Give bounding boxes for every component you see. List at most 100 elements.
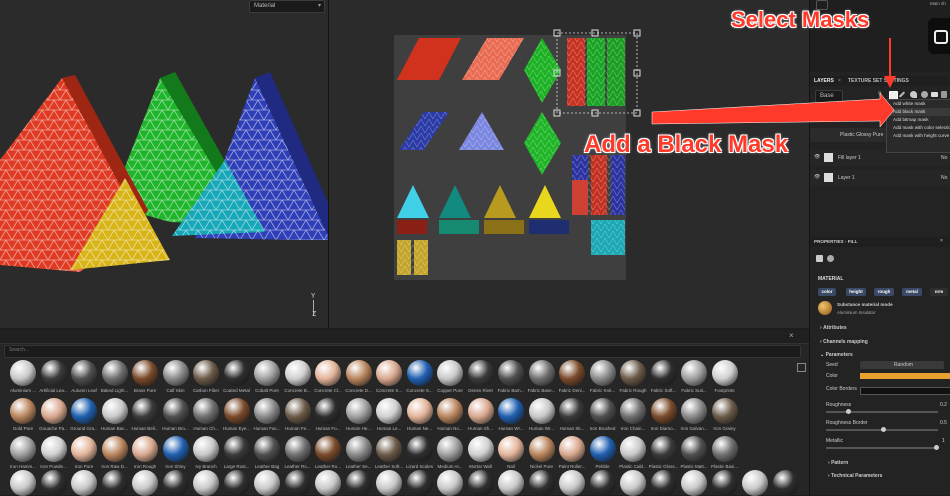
material-thumbnail[interactable]: [559, 436, 585, 462]
material-thumbnail[interactable]: [711, 398, 738, 424]
material-thumbnail[interactable]: [589, 436, 616, 462]
material-thumbnail[interactable]: [467, 470, 494, 496]
material-thumbnail[interactable]: [101, 470, 128, 496]
material-thumbnail[interactable]: [315, 360, 341, 386]
color-swatch[interactable]: [860, 373, 950, 379]
material-sphere-icon[interactable]: [827, 255, 834, 262]
material-thumbnail[interactable]: [650, 470, 677, 496]
channel-metal[interactable]: metal: [902, 288, 922, 296]
tab-texture-set-settings[interactable]: TEXTURE SET SETTINGS: [848, 76, 909, 86]
attributes-section[interactable]: › Attributes: [820, 325, 847, 331]
layer-row[interactable]: 👁 Layer 1 No: [810, 170, 950, 186]
material-thumbnail[interactable]: [498, 360, 524, 386]
material-thumbnail[interactable]: [620, 470, 646, 496]
material-thumbnail[interactable]: [711, 470, 738, 496]
material-thumbnail[interactable]: [559, 470, 585, 496]
material-thumbnail[interactable]: [650, 360, 677, 386]
material-thumbnail[interactable]: [162, 436, 189, 462]
material-thumbnail[interactable]: [10, 436, 36, 462]
material-thumbnail[interactable]: [681, 436, 707, 462]
material-thumbnail[interactable]: [376, 360, 402, 386]
material-thumbnail[interactable]: [132, 470, 158, 496]
roughness-border-slider[interactable]: [826, 427, 938, 432]
material-thumbnail[interactable]: [437, 360, 463, 386]
effects-icon[interactable]: [921, 91, 928, 98]
material-thumbnail[interactable]: [650, 436, 677, 462]
material-thumbnail[interactable]: [589, 360, 616, 386]
material-thumbnail[interactable]: [315, 470, 341, 496]
material-thumbnail[interactable]: [681, 470, 707, 496]
blend-mode-dropdown[interactable]: Base: [815, 90, 843, 103]
material-thumbnail[interactable]: [711, 436, 738, 462]
technical-parameters-section[interactable]: › Technical Parameters: [828, 473, 882, 479]
material-thumbnail[interactable]: [254, 470, 280, 496]
material-thumbnail[interactable]: [406, 436, 433, 462]
material-thumbnail[interactable]: [10, 360, 36, 386]
material-thumbnail[interactable]: [437, 436, 463, 462]
material-thumbnail[interactable]: [681, 360, 707, 386]
material-thumbnail[interactable]: [528, 470, 555, 496]
material-thumbnail[interactable]: [559, 398, 585, 424]
material-thumbnail[interactable]: [193, 398, 219, 424]
material-thumbnail[interactable]: [650, 398, 677, 424]
material-thumbnail[interactable]: [10, 398, 36, 424]
shelf-search-input[interactable]: Search...: [4, 345, 801, 358]
fill-layer-icon[interactable]: [910, 91, 917, 98]
material-thumbnail[interactable]: [437, 398, 463, 424]
paint-brush-icon[interactable]: [898, 91, 906, 98]
material-thumbnail[interactable]: [284, 398, 311, 424]
material-thumbnail[interactable]: [498, 436, 524, 462]
material-thumbnail[interactable]: [223, 398, 250, 424]
material-thumbnail[interactable]: [528, 398, 555, 424]
material-thumbnail[interactable]: [101, 398, 128, 424]
material-thumbnail[interactable]: [162, 398, 189, 424]
grid-view-icon[interactable]: [797, 363, 806, 372]
material-thumbnail[interactable]: [132, 436, 158, 462]
material-thumbnail[interactable]: [315, 398, 341, 424]
menu-item-add-mask-height-curve[interactable]: Add mask with height curve: [887, 132, 950, 140]
material-thumbnail[interactable]: [772, 470, 799, 496]
material-thumbnail[interactable]: [284, 360, 311, 386]
material-thumbnail[interactable]: [193, 360, 219, 386]
material-thumbnail[interactable]: [620, 436, 646, 462]
material-thumbnail[interactable]: [498, 470, 524, 496]
material-thumbnail[interactable]: [345, 360, 372, 386]
material-thumbnail[interactable]: [376, 436, 402, 462]
visibility-icon[interactable]: 👁: [814, 174, 820, 180]
material-thumbnail[interactable]: [528, 436, 555, 462]
material-thumbnail[interactable]: [71, 360, 97, 386]
material-thumbnail[interactable]: [620, 398, 646, 424]
material-thumbnail[interactable]: [345, 398, 372, 424]
material-thumbnail[interactable]: [498, 398, 524, 424]
parameters-section[interactable]: ⌄ Parameters: [820, 352, 853, 358]
material-thumbnail[interactable]: [742, 470, 768, 496]
pin-icon[interactable]: ⚲: [878, 91, 882, 97]
material-thumbnail[interactable]: [254, 398, 280, 424]
material-thumbnail[interactable]: [589, 470, 616, 496]
material-thumbnail[interactable]: [101, 360, 128, 386]
material-thumbnail[interactable]: [711, 360, 738, 386]
material-thumbnail[interactable]: [223, 360, 250, 386]
fill-properties-icon[interactable]: [816, 255, 823, 262]
material-thumbnail[interactable]: [284, 470, 311, 496]
material-thumbnail[interactable]: [620, 360, 646, 386]
material-thumbnail[interactable]: [132, 398, 158, 424]
material-thumbnail[interactable]: [101, 436, 128, 462]
channel-rough[interactable]: rough: [874, 288, 894, 296]
close-icon[interactable]: ×: [940, 238, 943, 244]
roughness-slider[interactable]: [826, 409, 938, 414]
material-thumbnail[interactable]: [345, 470, 372, 496]
material-thumbnail[interactable]: [71, 436, 97, 462]
delete-icon[interactable]: [941, 91, 947, 98]
material-thumbnail[interactable]: [40, 436, 67, 462]
material-thumbnail[interactable]: [376, 398, 402, 424]
material-thumbnail[interactable]: [193, 436, 219, 462]
material-thumbnail[interactable]: [559, 360, 585, 386]
channel-height[interactable]: height: [846, 288, 866, 296]
viewport3d-channel-dropdown[interactable]: Material ▾: [249, 0, 325, 13]
visibility-icon[interactable]: 👁: [814, 154, 820, 160]
material-thumbnail[interactable]: [376, 470, 402, 496]
material-thumbnail[interactable]: [193, 470, 219, 496]
material-thumbnail[interactable]: [132, 360, 158, 386]
menu-item-add-mask-color-selection[interactable]: Add mask with color selection: [887, 124, 950, 132]
